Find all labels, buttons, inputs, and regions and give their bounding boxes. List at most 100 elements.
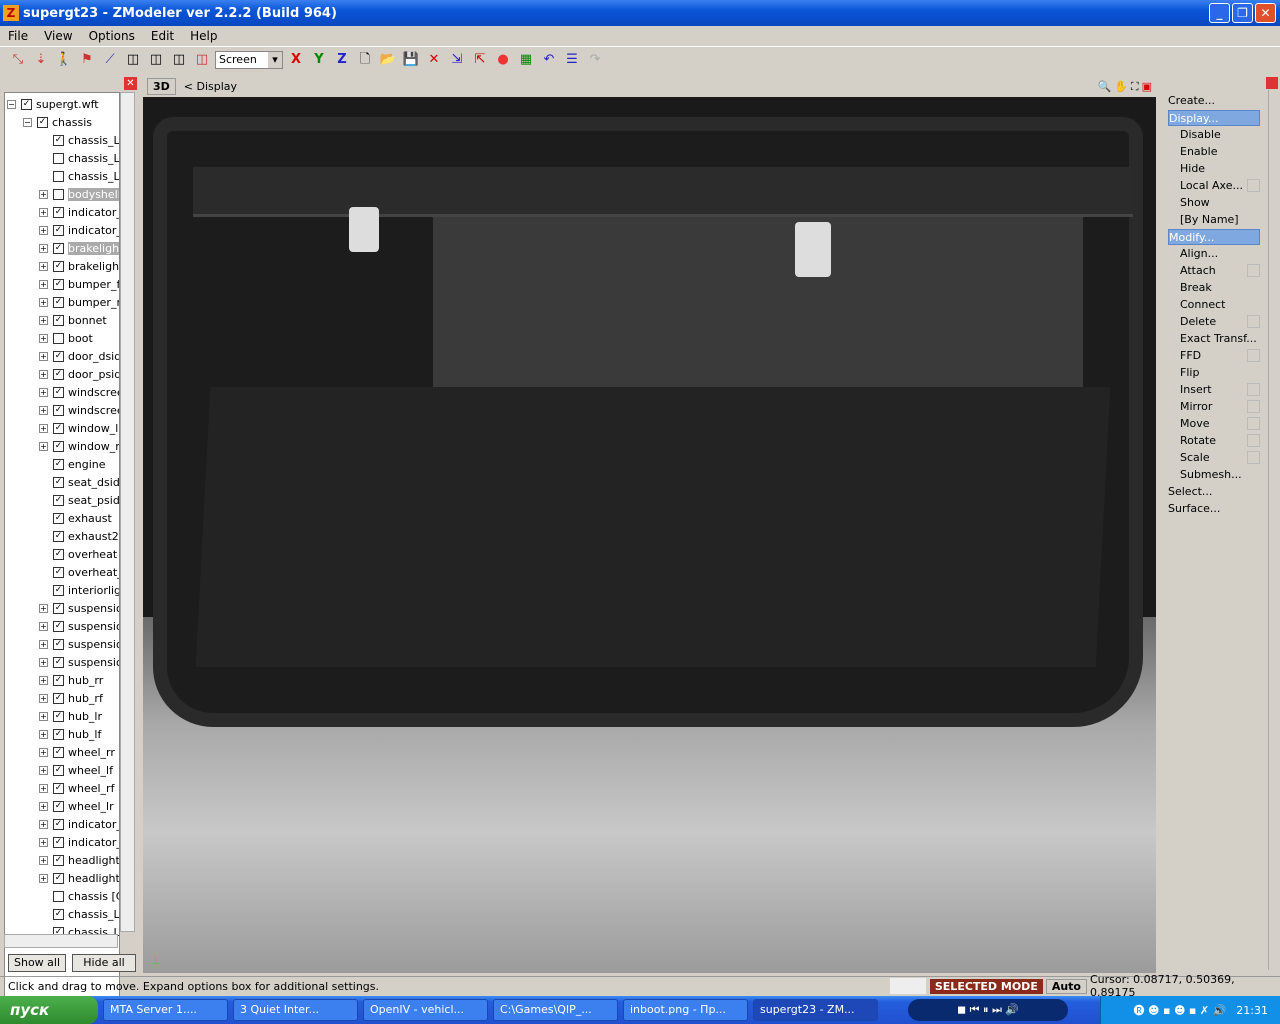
visibility-checkbox[interactable]: ✓ xyxy=(53,638,64,650)
expand-toggle[interactable]: + xyxy=(39,441,48,451)
expand-toggle[interactable]: + xyxy=(39,711,48,721)
expand-toggle[interactable]: + xyxy=(39,657,48,667)
tree-item[interactable]: + ✓ suspension xyxy=(39,599,119,617)
expand-toggle[interactable]: + xyxy=(39,261,48,271)
viewport-mode-button[interactable]: 3D xyxy=(147,78,176,95)
visibility-checkbox[interactable]: ✓ xyxy=(53,584,64,596)
tree-item[interactable]: chassis_L1 xyxy=(39,149,119,167)
command-modify[interactable]: Modify... xyxy=(1168,229,1260,245)
taskbar-button[interactable]: C:\Games\QIP_... xyxy=(493,999,618,1021)
visibility-checkbox[interactable]: ✓ xyxy=(53,278,64,290)
tree-item[interactable]: + ✓ door_dside xyxy=(39,347,119,365)
visibility-checkbox[interactable] xyxy=(53,188,64,200)
tree-item[interactable]: + ✓ brakelight xyxy=(39,239,119,257)
tree-item[interactable]: + ✓ windscree xyxy=(39,383,119,401)
expand-toggle[interactable]: + xyxy=(39,207,48,217)
panel-close-icon[interactable]: ✕ xyxy=(124,77,137,90)
command-surface[interactable]: Surface... xyxy=(1168,501,1260,517)
tree-item[interactable]: ✓ chassis_L0 xyxy=(39,131,119,149)
tree-item[interactable]: + ✓ windscree xyxy=(39,401,119,419)
expand-toggle[interactable]: + xyxy=(39,405,48,415)
notes-icon[interactable]: ☰ xyxy=(562,50,582,70)
visibility-checkbox[interactable]: ✓ xyxy=(53,314,64,326)
command-show[interactable]: Show xyxy=(1180,195,1210,211)
viewport-label[interactable]: < Display xyxy=(184,80,237,93)
close-button[interactable]: ✕ xyxy=(1255,3,1276,23)
tree-item[interactable]: + ✓ brakelight_ xyxy=(39,257,119,275)
visibility-checkbox[interactable]: ✓ xyxy=(53,728,64,740)
visibility-checkbox[interactable] xyxy=(53,332,64,344)
tree-item[interactable]: + bodyshell xyxy=(39,185,119,203)
tree-item[interactable]: + boot xyxy=(39,329,93,347)
object-mode-icon[interactable]: ◫ xyxy=(169,50,189,70)
auto-badge[interactable]: Auto xyxy=(1045,978,1087,994)
command-scrollbar[interactable] xyxy=(1268,90,1278,970)
expand-toggle[interactable]: + xyxy=(39,675,48,685)
pan-icon[interactable]: ✋ xyxy=(1114,80,1128,94)
space-select[interactable]: Screen xyxy=(215,51,283,69)
taskbar-button[interactable]: OpenIV - vehicl... xyxy=(363,999,488,1021)
open-file-icon[interactable]: 📂 xyxy=(378,50,398,70)
expand-toggle[interactable]: + xyxy=(39,423,48,433)
expand-toggle[interactable]: + xyxy=(39,837,48,847)
media-controls[interactable]: ◼ ⏮ ⏸ ⏭ 🔊 xyxy=(908,999,1068,1021)
import-icon[interactable]: ⇲ xyxy=(447,50,467,70)
tree-item[interactable]: ✓ overheat_ xyxy=(39,563,119,581)
visibility-checkbox[interactable]: ✓ xyxy=(53,368,64,380)
expand-toggle[interactable]: + xyxy=(39,225,48,235)
command-align[interactable]: Align... xyxy=(1180,246,1218,262)
options-box[interactable] xyxy=(1247,383,1260,396)
visibility-checkbox[interactable]: ✓ xyxy=(53,746,64,758)
command-local-axe[interactable]: Local Axe... xyxy=(1180,178,1243,194)
command-insert[interactable]: Insert xyxy=(1180,382,1212,398)
command-mirror[interactable]: Mirror xyxy=(1180,399,1212,415)
command-hide[interactable]: Hide xyxy=(1180,161,1205,177)
tree-item[interactable]: − ✓ chassis xyxy=(23,113,92,131)
expand-toggle[interactable]: − xyxy=(23,117,32,127)
menu-help[interactable]: Help xyxy=(182,29,225,43)
tree-item[interactable]: + ✓ wheel_rr xyxy=(39,743,115,761)
axis-y-toggle[interactable]: Y xyxy=(309,50,329,70)
visibility-checkbox[interactable]: ✓ xyxy=(53,674,64,686)
hide-all-button[interactable]: Hide all xyxy=(72,954,136,972)
visibility-checkbox[interactable]: ✓ xyxy=(53,422,64,434)
minimize-button[interactable]: _ xyxy=(1209,3,1230,23)
visibility-checkbox[interactable]: ✓ xyxy=(53,800,64,812)
tree-item[interactable]: + ✓ door_pside xyxy=(39,365,119,383)
visibility-checkbox[interactable]: ✓ xyxy=(53,818,64,830)
visibility-checkbox[interactable] xyxy=(53,170,64,182)
save-icon[interactable]: 💾 xyxy=(401,50,421,70)
visibility-checkbox[interactable]: ✓ xyxy=(37,116,48,128)
expand-toggle[interactable]: − xyxy=(7,99,16,109)
render-icon[interactable]: ● xyxy=(493,50,513,70)
command-select[interactable]: Select... xyxy=(1168,484,1260,500)
tree-item[interactable]: + ✓ headlight_ xyxy=(39,851,119,869)
tree-item[interactable]: + ✓ indicator_r xyxy=(39,221,119,239)
start-button[interactable]: пуск xyxy=(0,996,98,1024)
select-tool-icon[interactable]: ⤡ xyxy=(8,50,28,70)
delete-icon[interactable]: ✕ xyxy=(424,50,444,70)
tree-item[interactable]: + ✓ indicator_l xyxy=(39,203,119,221)
visibility-checkbox[interactable]: ✓ xyxy=(53,530,64,542)
expand-toggle[interactable]: + xyxy=(39,603,48,613)
visibility-checkbox[interactable] xyxy=(53,152,64,164)
options-box[interactable] xyxy=(1247,349,1260,362)
tree-item[interactable]: ✓ chassis_L0 xyxy=(39,905,119,923)
expand-toggle[interactable]: + xyxy=(39,819,48,829)
taskbar-button[interactable]: supergt23 - ZM... xyxy=(753,999,878,1021)
expand-toggle[interactable]: + xyxy=(39,369,48,379)
visibility-checkbox[interactable]: ✓ xyxy=(53,602,64,614)
expand-toggle[interactable]: + xyxy=(39,297,48,307)
tree-item[interactable]: + ✓ hub_rf xyxy=(39,689,103,707)
tree-hscrollbar[interactable] xyxy=(4,934,118,948)
tree-scrollbar[interactable] xyxy=(120,92,135,932)
command-display[interactable]: Display... xyxy=(1168,110,1260,126)
visibility-checkbox[interactable]: ✓ xyxy=(53,908,64,920)
visibility-checkbox[interactable]: ✓ xyxy=(53,476,64,488)
axis-z-toggle[interactable]: Z xyxy=(332,50,352,70)
taskbar-button[interactable]: 3 Quiet Inter... xyxy=(233,999,358,1021)
menu-edit[interactable]: Edit xyxy=(143,29,182,43)
face-mode-icon[interactable]: ◫ xyxy=(146,50,166,70)
visibility-checkbox[interactable]: ✓ xyxy=(53,656,64,668)
tree-item[interactable]: ✓ seat_dside xyxy=(39,473,119,491)
